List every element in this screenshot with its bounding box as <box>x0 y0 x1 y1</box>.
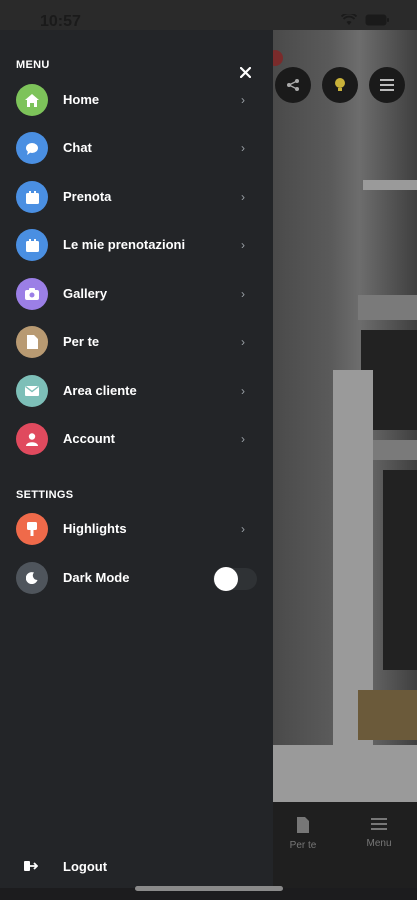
menu-icon <box>371 818 387 830</box>
chevron-right-icon: › <box>241 238 245 252</box>
menu-item-gallery[interactable]: Gallery › <box>0 274 273 314</box>
wifi-icon <box>341 14 357 25</box>
menu-item-chat[interactable]: Chat › <box>0 128 273 168</box>
chevron-right-icon: › <box>241 287 245 301</box>
document-icon <box>297 817 309 833</box>
logout-icon <box>24 861 38 871</box>
dark-mode-toggle[interactable] <box>213 567 257 591</box>
calendar-icon <box>16 181 48 213</box>
document-icon <box>16 326 48 358</box>
settings-section-title: SETTINGS <box>16 489 74 501</box>
share-button <box>275 67 311 103</box>
logout-button[interactable]: Logout <box>0 852 273 884</box>
menu-item-le-mie-prenotazioni[interactable]: Le mie prenotazioni › <box>0 225 273 265</box>
moon-icon <box>16 562 48 594</box>
menu-button <box>369 67 405 103</box>
menu-item-per-te[interactable]: Per te › <box>0 322 273 362</box>
tab-menu: Menu <box>349 816 409 849</box>
user-icon <box>16 423 48 455</box>
background-photo <box>273 30 417 802</box>
status-bar: 10:57 <box>0 0 417 30</box>
menu-item-area-cliente[interactable]: Area cliente › <box>0 371 273 411</box>
tab-per-te: Per te <box>273 816 333 851</box>
home-indicator[interactable] <box>135 886 283 891</box>
highlight-icon <box>16 513 48 545</box>
menu-item-prenota[interactable]: Prenota › <box>0 177 273 217</box>
chevron-right-icon: › <box>241 432 245 446</box>
chevron-right-icon: › <box>241 384 245 398</box>
camera-icon <box>16 278 48 310</box>
close-button[interactable] <box>236 63 254 81</box>
side-drawer: MENU Home › Chat › Prenota › Le mie pren… <box>0 30 273 888</box>
lightbulb-button <box>322 67 358 103</box>
close-icon <box>239 66 251 78</box>
chat-icon <box>16 132 48 164</box>
menu-section-title: MENU <box>16 59 50 71</box>
menu-item-home[interactable]: Home › <box>0 80 273 120</box>
chevron-right-icon: › <box>241 93 245 107</box>
chevron-right-icon: › <box>241 522 245 536</box>
battery-icon <box>365 14 389 26</box>
mail-icon <box>16 375 48 407</box>
menu-item-highlights[interactable]: Highlights › <box>0 509 273 549</box>
calendar-icon <box>16 229 48 261</box>
menu-item-dark-mode: Dark Mode <box>0 558 273 598</box>
menu-item-account[interactable]: Account › <box>0 419 273 459</box>
status-time: 10:57 <box>40 13 81 30</box>
toggle-knob <box>214 567 238 591</box>
chevron-right-icon: › <box>241 141 245 155</box>
chevron-right-icon: › <box>241 190 245 204</box>
chevron-right-icon: › <box>241 335 245 349</box>
background-tabbar: Per te Menu <box>273 802 417 900</box>
home-icon <box>16 84 48 116</box>
